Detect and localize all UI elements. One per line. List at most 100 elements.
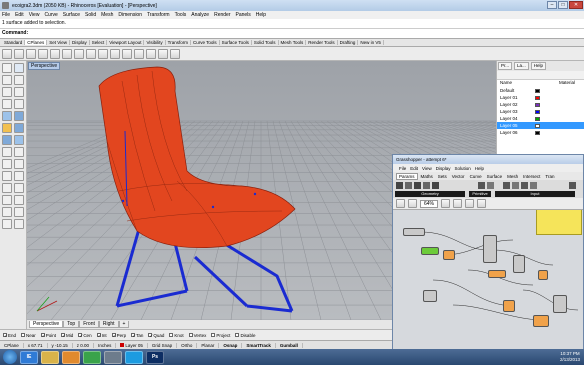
- tab-standard[interactable]: Standard: [2, 40, 26, 45]
- tab-transform[interactable]: Transform: [166, 40, 191, 45]
- cplane-view-icon[interactable]: [74, 48, 84, 59]
- cplane-world-right-icon[interactable]: [134, 48, 144, 59]
- tab-help[interactable]: Help: [530, 62, 547, 70]
- gh-component-node[interactable]: [553, 295, 567, 313]
- command-prompt[interactable]: Command:: [2, 30, 28, 36]
- layer-color-swatch[interactable]: [535, 109, 540, 114]
- cplane-undo-icon[interactable]: [146, 48, 156, 59]
- viewport-tab-right[interactable]: Right: [98, 321, 119, 328]
- ribbon-group-input[interactable]: Input: [495, 191, 575, 197]
- gh-param-node[interactable]: [488, 270, 506, 278]
- curve-icon[interactable]: [2, 99, 12, 109]
- move-icon[interactable]: [2, 159, 12, 169]
- layer-row[interactable]: Layer 02: [497, 101, 584, 108]
- viewport-title[interactable]: Perspective: [28, 62, 61, 70]
- polyline-icon[interactable]: [14, 75, 24, 85]
- gh-menu-file[interactable]: File: [399, 166, 406, 171]
- skype-icon[interactable]: [125, 350, 143, 364]
- grasshopper-window[interactable]: Grasshopper - attempt 6* File Edit View …: [392, 154, 584, 350]
- cplane-3point-icon[interactable]: [38, 48, 48, 59]
- gh-menu-display[interactable]: Display: [436, 166, 451, 171]
- curve-param-icon[interactable]: [405, 182, 412, 189]
- gh-preview-icon[interactable]: [465, 199, 475, 208]
- gh-tab-surface[interactable]: Surface: [485, 174, 505, 179]
- photoshop-icon[interactable]: Ps: [146, 350, 164, 364]
- button-input-icon[interactable]: [530, 182, 537, 189]
- status-layer[interactable]: Layer 05: [116, 342, 148, 348]
- status-ortho[interactable]: Ortho: [177, 342, 198, 348]
- group-icon[interactable]: [2, 219, 12, 229]
- media-player-icon[interactable]: [62, 350, 80, 364]
- gh-open-icon[interactable]: [396, 199, 405, 208]
- menu-edit[interactable]: Edit: [15, 12, 24, 18]
- number-param-icon[interactable]: [478, 182, 485, 189]
- gh-menu-edit[interactable]: Edit: [410, 166, 418, 171]
- gh-param-node[interactable]: [503, 300, 515, 312]
- osnap-disable[interactable]: Disable: [235, 333, 255, 338]
- copy-icon[interactable]: [14, 159, 24, 169]
- status-smarttrack[interactable]: SmartTrack: [242, 342, 276, 348]
- add-viewport-tab-button[interactable]: +: [118, 321, 130, 328]
- cplane-xaxis-icon[interactable]: [50, 48, 60, 59]
- osnap-cen[interactable]: ✓ Cen: [78, 333, 92, 338]
- slider-input-icon[interactable]: [503, 182, 510, 189]
- osnap-end[interactable]: ✓ End: [3, 333, 16, 338]
- system-clock[interactable]: 10:37 PM 2/13/2013: [560, 351, 580, 363]
- osnap-project[interactable]: Project: [211, 333, 230, 338]
- menu-mesh[interactable]: Mesh: [101, 12, 113, 18]
- text-icon[interactable]: [2, 147, 12, 157]
- cplane-curve-icon[interactable]: [86, 48, 96, 59]
- menu-solid[interactable]: Solid: [85, 12, 96, 18]
- layer-color-swatch[interactable]: [535, 95, 540, 100]
- menu-view[interactable]: View: [29, 12, 40, 18]
- layer-color-swatch[interactable]: [535, 102, 540, 107]
- gh-tab-sets[interactable]: Sets: [436, 174, 449, 179]
- cplane-world-front-icon[interactable]: [122, 48, 132, 59]
- gh-param-node[interactable]: [538, 270, 548, 280]
- circle-icon[interactable]: [2, 87, 12, 97]
- osnap-vertex[interactable]: Vertex: [188, 333, 206, 338]
- osnap-quad[interactable]: ✓ Quad: [148, 333, 164, 338]
- osnap-knot[interactable]: Knot: [169, 333, 184, 338]
- chrome-icon[interactable]: [83, 350, 101, 364]
- menu-dimension[interactable]: Dimension: [118, 12, 142, 18]
- tab-viewport-layout[interactable]: Viewport Layout: [107, 40, 145, 45]
- cplane-origin-icon[interactable]: [2, 48, 12, 59]
- menu-surface[interactable]: Surface: [63, 12, 80, 18]
- gh-param-node[interactable]: [443, 250, 455, 260]
- trim-icon[interactable]: [2, 195, 12, 205]
- gh-component-node[interactable]: [513, 255, 525, 273]
- layer-color-swatch[interactable]: [535, 116, 540, 121]
- brep-param-icon[interactable]: [423, 182, 430, 189]
- zoom-selector[interactable]: 64%: [420, 199, 439, 208]
- select-arrow-icon[interactable]: [2, 63, 12, 73]
- menu-render[interactable]: Render: [214, 12, 230, 18]
- mirror-icon[interactable]: [2, 183, 12, 193]
- rotate-icon[interactable]: [2, 171, 12, 181]
- gh-panel[interactable]: [536, 210, 582, 235]
- layer-row[interactable]: Default: [497, 87, 584, 94]
- gh-zoom-extents-icon[interactable]: [441, 199, 451, 208]
- cplane-elevation-icon[interactable]: [14, 48, 24, 59]
- gh-tab-params[interactable]: Params: [396, 172, 418, 180]
- status-cplane[interactable]: CPlane: [0, 342, 24, 348]
- integer-param-icon[interactable]: [487, 182, 494, 189]
- cplane-rotate-icon[interactable]: [98, 48, 108, 59]
- gh-sketch-icon[interactable]: [453, 199, 463, 208]
- tab-select[interactable]: Select: [90, 40, 108, 45]
- rhino-taskbar-icon[interactable]: [104, 350, 122, 364]
- gh-slider-node[interactable]: [421, 247, 439, 255]
- layer-color-swatch[interactable]: [535, 123, 540, 128]
- cplane-redo-icon[interactable]: [158, 48, 168, 59]
- line-icon[interactable]: [2, 75, 12, 85]
- tab-surface-tools[interactable]: Surface Tools: [220, 40, 252, 45]
- minimize-button[interactable]: –: [547, 1, 557, 9]
- gh-tab-maths[interactable]: Maths: [419, 174, 435, 179]
- sphere-icon[interactable]: [14, 123, 24, 133]
- array-icon[interactable]: [14, 183, 24, 193]
- boolean-icon[interactable]: [14, 135, 24, 145]
- gh-menu-help[interactable]: Help: [475, 166, 484, 171]
- osnap-mid[interactable]: ✓ Mid: [61, 333, 73, 338]
- ungroup-icon[interactable]: [14, 219, 24, 229]
- ie-icon[interactable]: IE: [20, 350, 38, 364]
